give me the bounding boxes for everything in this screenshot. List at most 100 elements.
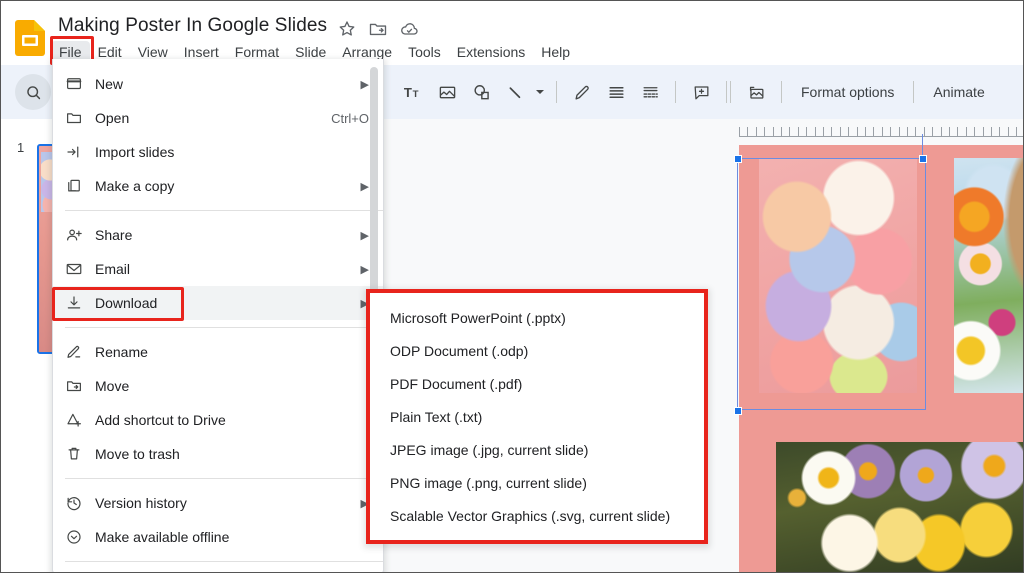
layout-icon[interactable] <box>634 76 666 108</box>
horizontal-ruler <box>739 125 1024 139</box>
file-menu-item-label: Make a copy <box>95 178 351 194</box>
share-icon <box>65 226 95 244</box>
title-bar: Making Poster In Google Slides FileEditV… <box>1 1 1024 65</box>
file-menu-item-share[interactable]: Share▶ <box>53 218 383 252</box>
shape-icon[interactable] <box>465 76 497 108</box>
file-menu-item-version-history[interactable]: Version history▶ <box>53 486 383 520</box>
download-icon <box>65 294 95 312</box>
image-icon[interactable] <box>431 76 463 108</box>
move-icon <box>65 377 95 395</box>
ruler-tick <box>764 127 765 136</box>
download-option-6[interactable]: Scalable Vector Graphics (.svg, current … <box>370 499 704 532</box>
email-icon <box>65 260 95 278</box>
ruler-tick <box>899 127 900 136</box>
toolbar-buttons: T T <box>397 74 995 110</box>
file-menu-item-import-slides[interactable]: Import slides <box>53 135 383 169</box>
ruler-tick <box>974 127 975 136</box>
submenu-arrow-icon: ▶ <box>361 229 369 242</box>
file-menu-item-email[interactable]: Email▶ <box>53 252 383 286</box>
file-menu-item-label: Move to trash <box>95 446 369 462</box>
history-icon <box>65 494 95 512</box>
ruler-tick <box>865 127 866 136</box>
ruler-tick <box>857 127 858 136</box>
animate-button[interactable]: Animate <box>923 76 994 108</box>
ruler-tick <box>873 127 874 136</box>
ruler-tick <box>949 127 950 136</box>
file-menu-item-open[interactable]: OpenCtrl+O <box>53 101 383 135</box>
menubar-item-help[interactable]: Help <box>533 41 578 64</box>
file-menu-popup[interactable]: New▶OpenCtrl+OImport slidesMake a copy▶S… <box>52 59 384 573</box>
search-icon[interactable] <box>15 74 51 110</box>
puppy-flowers-photo[interactable] <box>954 158 1024 393</box>
file-menu-item-move[interactable]: Move <box>53 369 383 403</box>
menubar-item-extensions[interactable]: Extensions <box>449 41 533 64</box>
slide-number: 1 <box>17 140 24 155</box>
download-option-4[interactable]: JPEG image (.jpg, current slide) <box>370 433 704 466</box>
shortcut-icon <box>65 411 95 429</box>
ruler-tick <box>1008 127 1009 136</box>
ruler-tick <box>739 127 740 136</box>
slides-logo-icon <box>15 20 45 56</box>
add-comment-icon[interactable] <box>685 76 717 108</box>
file-menu-item-new[interactable]: New▶ <box>53 67 383 101</box>
toolbar-divider <box>556 81 557 103</box>
cloud-saved-icon[interactable] <box>399 19 419 39</box>
ruler-tick <box>932 127 933 136</box>
toolbar-divider <box>675 81 676 103</box>
copy-icon <box>65 177 95 195</box>
download-option-0[interactable]: Microsoft PowerPoint (.pptx) <box>370 301 704 334</box>
toolbar-divider <box>781 81 782 103</box>
import-icon <box>65 143 95 161</box>
svg-text:T: T <box>412 88 418 99</box>
lines-icon[interactable] <box>600 76 632 108</box>
file-menu-item-add-shortcut-to-drive[interactable]: Add shortcut to Drive <box>53 403 383 437</box>
format-options-button[interactable]: Format options <box>791 76 904 108</box>
file-menu-item-download[interactable]: Download▶ <box>53 286 383 320</box>
ruler-tick <box>781 127 782 136</box>
file-menu-item-move-to-trash[interactable]: Move to trash <box>53 437 383 471</box>
file-menu-item-make-available-offline[interactable]: Make available offline <box>53 520 383 554</box>
toolbar-divider <box>726 81 727 103</box>
file-menu-item-label: Version history <box>95 495 351 511</box>
menubar-item-tools[interactable]: Tools <box>400 41 449 64</box>
ruler-tick <box>823 127 824 136</box>
ruler-tick <box>815 127 816 136</box>
download-option-2[interactable]: PDF Document (.pdf) <box>370 367 704 400</box>
google-slides-window: Making Poster In Google Slides FileEditV… <box>0 0 1024 573</box>
ruler-tick <box>798 127 799 136</box>
ruler-tick <box>907 127 908 136</box>
menu-separator <box>65 327 383 328</box>
file-menu-item-label: Email <box>95 261 351 277</box>
move-to-folder-icon[interactable] <box>368 19 388 39</box>
file-menu-item-label: Download <box>95 295 351 311</box>
ruler-tick <box>957 127 958 136</box>
chicks-flowers-photo[interactable] <box>776 442 1024 573</box>
ruler-tick <box>848 127 849 136</box>
submenu-arrow-icon: ▶ <box>361 180 369 193</box>
svg-text:T: T <box>403 84 411 99</box>
file-menu-item-shortcut: Ctrl+O <box>331 111 369 126</box>
star-icon[interactable] <box>337 19 357 39</box>
mask-image-icon[interactable] <box>740 76 772 108</box>
ruler-tick <box>831 127 832 136</box>
file-menu-item-rename[interactable]: Rename <box>53 335 383 369</box>
ruler-tick <box>882 127 883 136</box>
kittens-photo[interactable] <box>759 158 917 393</box>
offline-icon <box>65 528 95 546</box>
download-option-5[interactable]: PNG image (.png, current slide) <box>370 466 704 499</box>
text-box-button[interactable]: T T <box>397 76 429 108</box>
chevron-down-icon[interactable] <box>533 76 547 108</box>
download-submenu[interactable]: Microsoft PowerPoint (.pptx)ODP Document… <box>366 289 708 544</box>
ruler-tick <box>924 127 925 136</box>
file-menu-item-make-a-copy[interactable]: Make a copy ▶ <box>53 169 383 203</box>
line-icon[interactable] <box>499 76 531 108</box>
download-option-1[interactable]: ODP Document (.odp) <box>370 334 704 367</box>
download-option-3[interactable]: Plain Text (.txt) <box>370 400 704 433</box>
slide-surface[interactable] <box>739 145 1024 573</box>
pen-icon[interactable] <box>566 76 598 108</box>
ruler-tick <box>747 127 748 136</box>
document-title[interactable]: Making Poster In Google Slides <box>58 15 327 37</box>
ruler-tick <box>756 127 757 136</box>
new-icon <box>65 75 95 93</box>
ruler-tick <box>915 127 916 136</box>
